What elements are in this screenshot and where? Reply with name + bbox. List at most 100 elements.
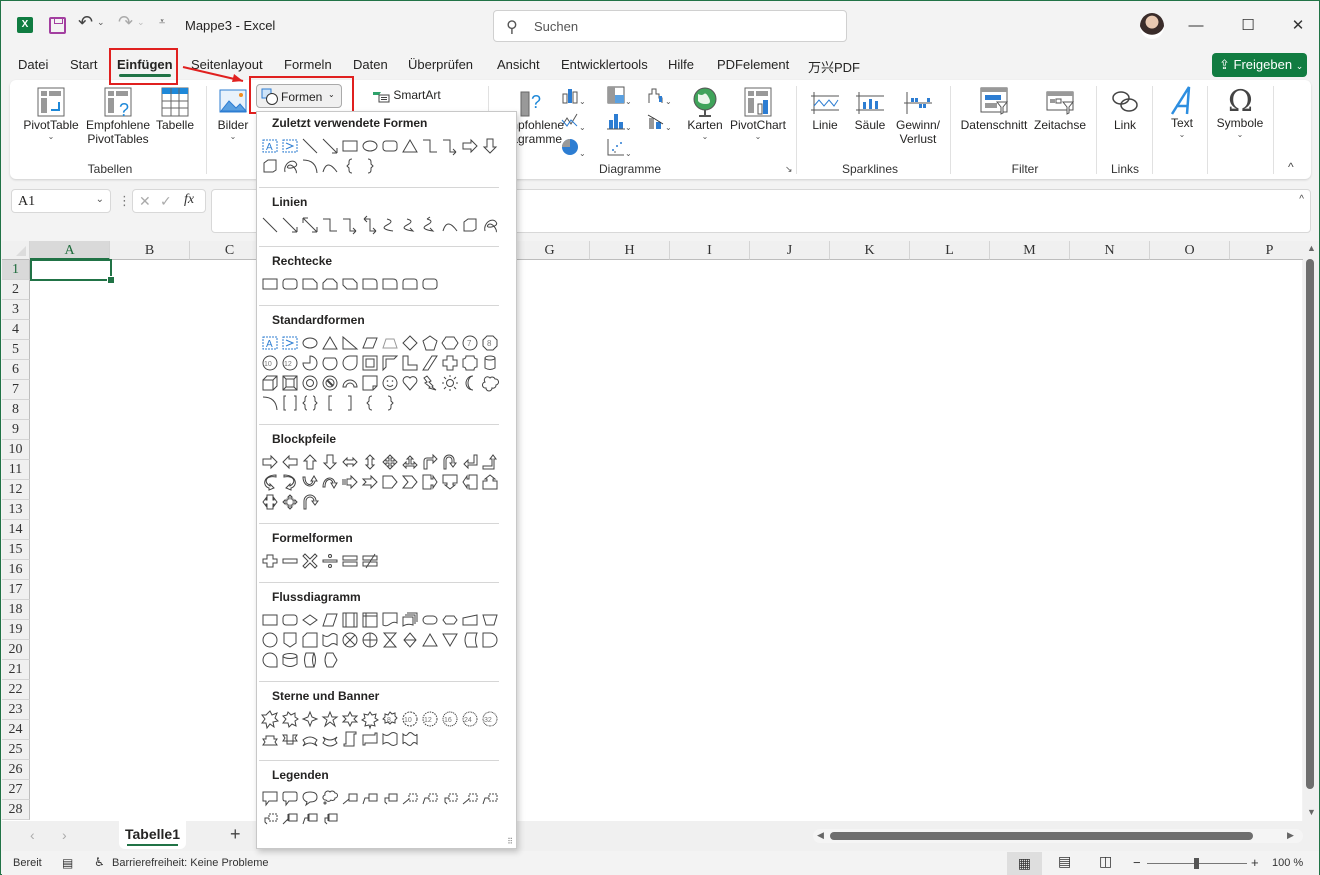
shape-fc-or-icon[interactable] [360, 630, 380, 650]
shape-fc-doc-icon[interactable] [380, 610, 400, 630]
table-button[interactable]: Tabelle [155, 86, 195, 132]
shape-fc-data-icon[interactable] [320, 610, 340, 630]
shape-dodeca-icon[interactable]: 12 [280, 353, 300, 373]
shape-star8-icon[interactable]: 8 [380, 709, 400, 729]
shape-deca-icon[interactable]: 10 [260, 353, 280, 373]
shape-star16-icon[interactable]: 16 [440, 709, 460, 729]
shape-lbracket-icon[interactable] [320, 393, 340, 413]
shape-fc-conn-icon[interactable] [260, 630, 280, 650]
shape-rrect-icon[interactable] [380, 136, 400, 156]
shape-fequal-icon[interactable] [340, 551, 360, 571]
shape-elbow-icon[interactable] [420, 136, 440, 156]
shape-quadarrow-icon[interactable] [380, 452, 400, 472]
shape-calloval-icon[interactable] [300, 788, 320, 808]
shape-lrarrow-icon[interactable] [340, 452, 360, 472]
shape-callrect-icon[interactable] [260, 788, 280, 808]
shape-fc-manop-icon[interactable] [480, 610, 500, 630]
cancel-icon[interactable]: ✕ [139, 193, 151, 210]
shape-star6-icon[interactable] [340, 709, 360, 729]
save-icon[interactable] [49, 17, 66, 34]
tab-wanxing-pdf[interactable]: 万兴PDF [808, 57, 860, 76]
shape-diamond-icon[interactable] [400, 333, 420, 353]
column-header[interactable]: O [1150, 241, 1230, 260]
shape-line2-icon[interactable] [360, 788, 380, 808]
row-header[interactable]: 18 [2, 600, 30, 620]
shape-octa-icon[interactable]: 8 [480, 333, 500, 353]
formula-bar-grip-icon[interactable]: ⋮ [118, 193, 131, 209]
shape-curvea-icon[interactable] [400, 215, 420, 235]
symbols-button[interactable]: Ω Symbole ⌄ [1214, 84, 1266, 139]
tab-datei[interactable]: Datei [18, 57, 48, 72]
shape-dbrace-icon[interactable] [300, 393, 320, 413]
close-button[interactable]: ✕ [1283, 13, 1313, 39]
shape-line1-icon[interactable] [340, 788, 360, 808]
shape-callrrect-icon[interactable] [280, 788, 300, 808]
shape-fminus-icon[interactable] [280, 551, 300, 571]
tab-ansicht[interactable]: Ansicht [497, 57, 540, 72]
shape-arrow-icon[interactable] [280, 215, 300, 235]
row-header[interactable]: 20 [2, 640, 30, 660]
row-header[interactable]: 16 [2, 560, 30, 580]
accessibility-icon[interactable]: ♿ [94, 855, 105, 869]
column-header[interactable]: J [750, 241, 830, 260]
shape-rrect-icon[interactable] [420, 274, 440, 294]
row-header[interactable]: 13 [2, 500, 30, 520]
zoom-out-button[interactable]: − [1133, 855, 1141, 870]
shape-vtextbox-icon[interactable] [280, 136, 300, 156]
select-all-corner[interactable] [2, 241, 30, 260]
shape-elbowa-icon[interactable] [440, 136, 460, 156]
shape-line2d-icon[interactable] [480, 788, 500, 808]
shape-cribbonu-icon[interactable] [300, 729, 320, 749]
row-header[interactable]: 22 [2, 680, 30, 700]
accessibility-status[interactable]: Barrierefreiheit: Keine Probleme [112, 857, 269, 869]
shape-fc-offp-icon[interactable] [280, 630, 300, 650]
slicer-button[interactable]: Datenschnitt [958, 86, 1030, 132]
search-input[interactable]: ⚲ Suchen [493, 10, 847, 42]
shape-round2-icon[interactable] [400, 274, 420, 294]
zoom-slider-thumb[interactable] [1194, 858, 1199, 869]
column-header[interactable]: N [1070, 241, 1150, 260]
column-header[interactable]: A [30, 241, 110, 260]
column-header[interactable]: M [990, 241, 1070, 260]
sparkline-winloss-button[interactable]: Gewinn/ Verlust [893, 86, 943, 146]
row-header[interactable]: 21 [2, 660, 30, 680]
tab-hilfe[interactable]: Hilfe [668, 57, 694, 72]
shape-bolt-icon[interactable] [420, 373, 440, 393]
shape-fc-stored-icon[interactable] [460, 630, 480, 650]
view-page-break-button[interactable]: ◫ [1099, 853, 1112, 870]
resize-grip-icon[interactable]: ⠿ [507, 837, 513, 846]
shape-donut-icon[interactable] [300, 373, 320, 393]
waterfall-chart-button[interactable]: ⌄ [647, 86, 672, 107]
shape-stripedr-icon[interactable] [340, 472, 360, 492]
shape-line3d-icon[interactable] [440, 788, 460, 808]
shape-fc-disp-icon[interactable] [320, 650, 340, 670]
vertical-scroll-thumb[interactable] [1306, 259, 1314, 789]
insert-function-icon[interactable]: fx [184, 192, 194, 208]
shape-line2d-icon[interactable] [420, 788, 440, 808]
column-chart-button[interactable]: ⌄ [561, 86, 586, 107]
column-header[interactable]: H [590, 241, 670, 260]
share-button[interactable]: ⇪ Freigeben ⌄ [1212, 53, 1307, 77]
pivotchart-button[interactable]: PivotChart ⌄ [727, 86, 789, 141]
shape-curvedd-icon[interactable] [320, 472, 340, 492]
shape-fc-sort-icon[interactable] [400, 630, 420, 650]
row-header[interactable]: 9 [2, 420, 30, 440]
column-header[interactable]: P [1230, 241, 1310, 260]
shape-snip1-icon[interactable] [300, 274, 320, 294]
shape-rcallout-icon[interactable] [420, 472, 440, 492]
row-header[interactable]: 17 [2, 580, 30, 600]
tab-einfuegen[interactable]: Einfügen [117, 57, 173, 77]
shape-star10-icon[interactable]: 10 [400, 709, 420, 729]
shape-curvedl-icon[interactable] [280, 472, 300, 492]
shape-para-icon[interactable] [360, 333, 380, 353]
row-header[interactable]: 1 [2, 260, 30, 280]
shape-line2b-icon[interactable] [300, 808, 320, 828]
shape-can-icon[interactable] [480, 353, 500, 373]
horizontal-scroll-thumb[interactable] [830, 832, 1253, 840]
macro-recorder-icon[interactable]: ▤ [62, 856, 73, 870]
sparkline-column-button[interactable]: Säule [852, 86, 888, 132]
combo-chart-button[interactable]: ⌄ [647, 112, 672, 133]
shape-star24-icon[interactable]: 24 [460, 709, 480, 729]
shape-line-icon[interactable] [260, 215, 280, 235]
shape-moon-icon[interactable] [460, 373, 480, 393]
